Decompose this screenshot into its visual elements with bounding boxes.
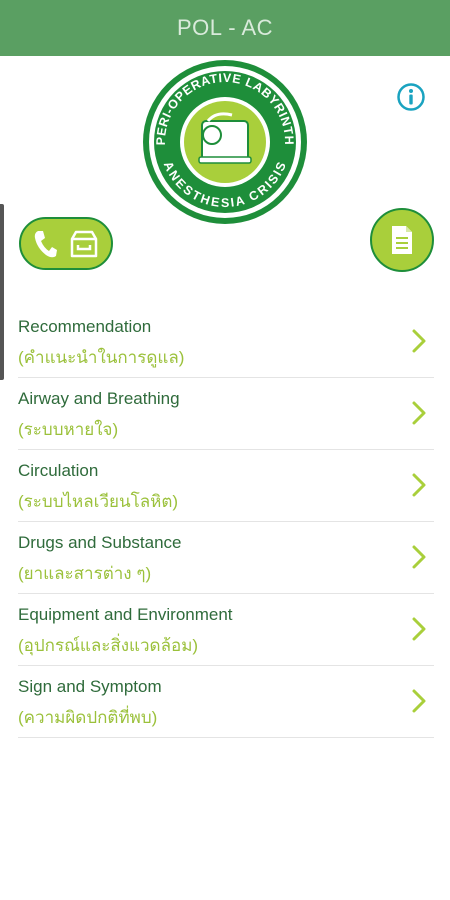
contact-pill [19, 217, 113, 270]
menu-item-subtitle: (อุปกรณ์และสิ่งแวดล้อม) [18, 636, 199, 655]
menu-item-drugs-substance[interactable]: Drugs and Substance (ยาและสารต่าง ๆ) [18, 522, 434, 594]
menu-item-recommendation[interactable]: Recommendation (คำแนะนำในการดูแล) [18, 306, 434, 378]
info-icon[interactable] [396, 82, 426, 112]
chevron-right-icon [412, 617, 426, 641]
menu-item-subtitle: (ระบบหายใจ) [18, 420, 119, 439]
menu-item-title: Drugs and Substance [18, 533, 182, 552]
document-button[interactable] [370, 208, 434, 272]
chevron-right-icon [412, 401, 426, 425]
menu-item-subtitle: (คำแนะนำในการดูแล) [18, 348, 185, 367]
menu-item-airway-breathing[interactable]: Airway and Breathing (ระบบหายใจ) [18, 378, 434, 450]
menu-item-title: Sign and Symptom [18, 677, 162, 696]
menu-item-title: Airway and Breathing [18, 389, 180, 408]
chevron-right-icon [412, 545, 426, 569]
app-logo: PERI-OPERATIVE LABYRINTH ANESTHESIA CRIS… [143, 60, 307, 224]
app-title: POL - AC [176, 15, 274, 40]
menu-item-subtitle: (ยาและสารต่าง ๆ) [18, 564, 152, 583]
document-icon [392, 226, 412, 254]
menu-item-title: Recommendation [18, 317, 152, 336]
menu-item-title: Equipment and Environment [18, 605, 233, 624]
menu-item-sign-symptom[interactable]: Sign and Symptom (ความผิดปกติที่พบ) [18, 666, 434, 738]
menu-item-title: Circulation [18, 461, 99, 480]
phone-icon[interactable] [32, 229, 58, 259]
archive-icon[interactable] [68, 229, 100, 259]
app-header: POL - AC [0, 0, 450, 56]
menu-list: Recommendation (คำแนะนำในการดูแล) Airway… [18, 306, 434, 738]
menu-item-circulation[interactable]: Circulation (ระบบไหลเวียนโลหิต) [18, 450, 434, 522]
edge-drawer-handle[interactable] [0, 204, 4, 380]
chevron-right-icon [412, 329, 426, 353]
chevron-right-icon [412, 689, 426, 713]
chevron-right-icon [412, 473, 426, 497]
menu-item-equipment-environment[interactable]: Equipment and Environment (อุปกรณ์และสิ่… [18, 594, 434, 666]
menu-item-subtitle: (ความผิดปกติที่พบ) [18, 708, 158, 727]
menu-item-subtitle: (ระบบไหลเวียนโลหิต) [18, 492, 179, 511]
